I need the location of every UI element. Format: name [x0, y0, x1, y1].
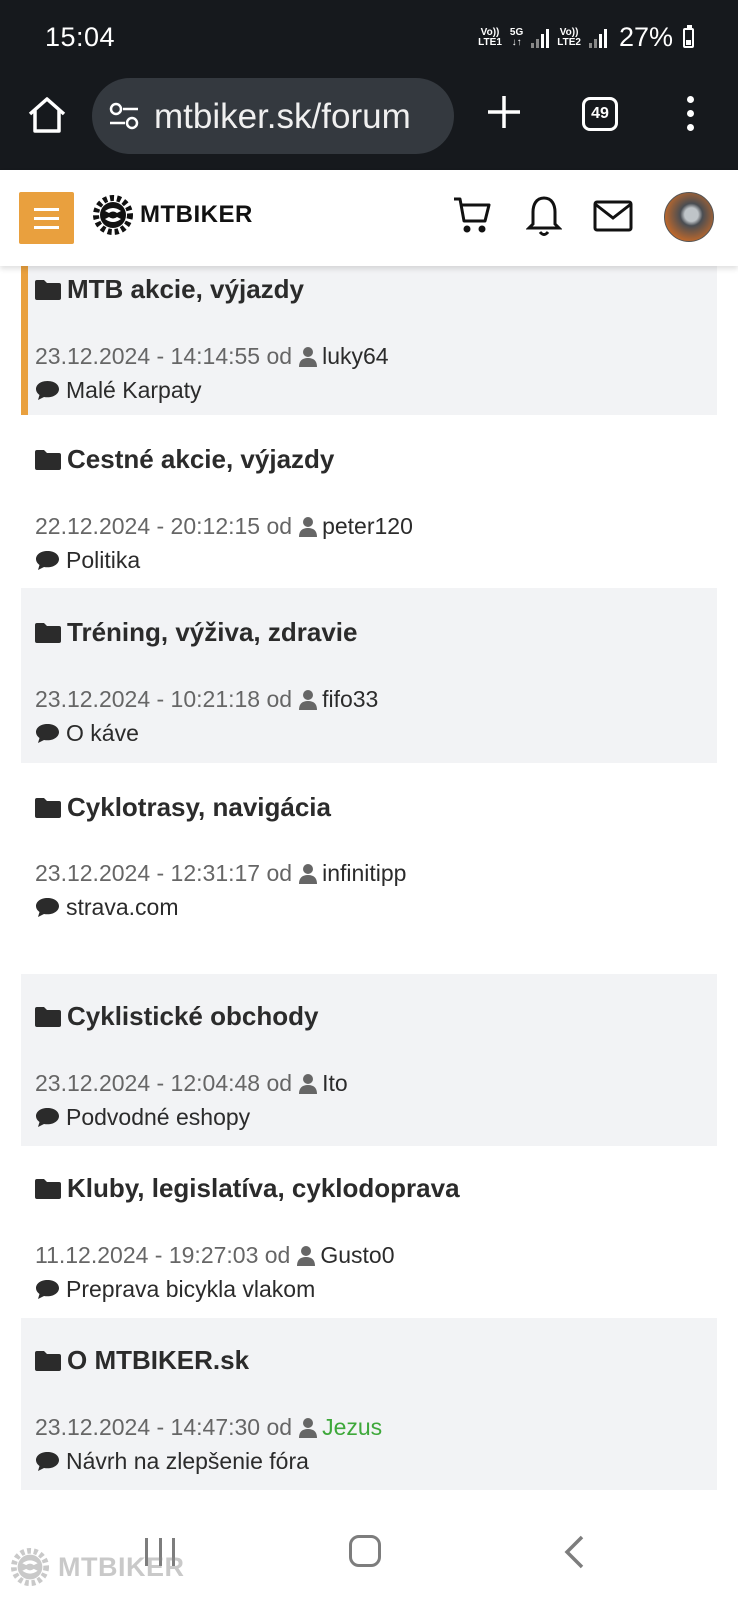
- username-link[interactable]: infinitipp: [322, 860, 406, 887]
- forum-meta: 23.12.2024 - 14:14:55 od luky64: [35, 343, 389, 370]
- logo-text: MTBIKER: [140, 201, 253, 228]
- forum-row[interactable]: O MTBIKER.sk 23.12.2024 - 14:47:30 od Je…: [21, 1318, 717, 1490]
- forum-title[interactable]: Cyklotrasy, navigácia: [35, 792, 331, 823]
- last-topic[interactable]: Politika: [35, 547, 140, 574]
- back-icon[interactable]: [562, 1534, 586, 1570]
- forum-meta: 22.12.2024 - 20:12:15 od peter120: [35, 513, 413, 540]
- home-icon[interactable]: [26, 94, 68, 136]
- folder-icon: [35, 622, 61, 643]
- folder-icon: [35, 449, 61, 470]
- tab-switcher-button[interactable]: 49: [582, 97, 618, 131]
- last-topic[interactable]: Malé Karpaty: [35, 377, 202, 404]
- username-link[interactable]: Ito: [322, 1070, 348, 1097]
- last-topic[interactable]: Návrh na zlepšenie fóra: [35, 1448, 309, 1475]
- username-link[interactable]: peter120: [322, 513, 413, 540]
- forum-row[interactable]: Cestné akcie, výjazdy 22.12.2024 - 20:12…: [21, 415, 717, 588]
- forum-title[interactable]: MTB akcie, výjazdy: [35, 274, 304, 305]
- gear-logo-icon: [93, 195, 133, 235]
- forum-title[interactable]: Kluby, legislatíva, cyklodoprava: [35, 1173, 460, 1204]
- comment-icon: [36, 551, 59, 570]
- comment-icon: [36, 1280, 59, 1299]
- last-topic[interactable]: strava.com: [35, 894, 178, 921]
- bell-icon[interactable]: [526, 194, 562, 238]
- url-text[interactable]: mtbiker.sk/forum: [154, 97, 411, 137]
- 5g-indicator: 5G ↓↑: [509, 26, 524, 48]
- mail-icon[interactable]: [593, 200, 633, 232]
- forum-title[interactable]: O MTBIKER.sk: [35, 1345, 249, 1376]
- last-topic[interactable]: Preprava bicykla vlakom: [35, 1276, 315, 1303]
- forum-meta: 23.12.2024 - 10:21:18 od fifo33: [35, 686, 379, 713]
- forum-row[interactable]: MTB akcie, výjazdy 23.12.2024 - 14:14:55…: [21, 266, 717, 415]
- user-icon: [297, 1245, 316, 1266]
- forum-list: MTB akcie, výjazdy 23.12.2024 - 14:14:55…: [21, 266, 717, 1490]
- forum-row[interactable]: Kluby, legislatíva, cyklodoprava 11.12.2…: [21, 1146, 717, 1318]
- username-link[interactable]: Gusto0: [320, 1242, 394, 1269]
- folder-icon: [35, 1178, 61, 1199]
- site-settings-icon[interactable]: [108, 102, 140, 130]
- forum-title[interactable]: Tréning, výživa, zdravie: [35, 617, 357, 648]
- user-icon: [299, 863, 318, 884]
- comment-icon: [36, 381, 59, 400]
- avatar[interactable]: [664, 192, 714, 242]
- comment-icon: [36, 1452, 59, 1471]
- clock: 15:04: [45, 22, 116, 52]
- status-bar: 15:04 Vo)) LTE1 5G ↓↑ Vo)) LTE2 27%: [0, 0, 738, 74]
- folder-icon: [35, 1350, 61, 1371]
- forum-title[interactable]: Cestné akcie, výjazdy: [35, 444, 334, 475]
- gear-logo-icon: [10, 1547, 50, 1587]
- forum-meta: 23.12.2024 - 12:04:48 od Ito: [35, 1070, 348, 1097]
- sim1-indicator: Vo)) LTE1: [478, 26, 502, 48]
- forum-meta: 11.12.2024 - 19:27:03 od Gusto0: [35, 1242, 395, 1269]
- user-icon: [299, 1073, 318, 1094]
- folder-icon: [35, 797, 61, 818]
- username-link[interactable]: luky64: [322, 343, 388, 370]
- address-bar[interactable]: mtbiker.sk/forum: [92, 78, 454, 154]
- comment-icon: [36, 1108, 59, 1127]
- last-topic[interactable]: O káve: [35, 720, 139, 747]
- last-topic[interactable]: Podvodné eshopy: [35, 1104, 250, 1131]
- menu-button[interactable]: [19, 192, 74, 244]
- user-icon: [299, 1417, 318, 1438]
- user-icon: [299, 346, 318, 367]
- battery-icon: [683, 24, 694, 48]
- user-icon: [299, 516, 318, 537]
- forum-meta: 23.12.2024 - 14:47:30 od Jezus: [35, 1414, 383, 1441]
- username-link[interactable]: Jezus: [322, 1414, 382, 1441]
- forum-meta: 23.12.2024 - 12:31:17 od infinitipp: [35, 860, 407, 887]
- new-tab-icon[interactable]: [484, 92, 524, 132]
- forum-row[interactable]: Cyklotrasy, navigácia 23.12.2024 - 12:31…: [21, 763, 717, 974]
- battery-percent: 27%: [618, 22, 673, 52]
- browser-toolbar: mtbiker.sk/forum 49: [0, 74, 738, 170]
- forum-title[interactable]: Cyklistické obchody: [35, 1001, 318, 1032]
- watermark: MTBIKER: [10, 1547, 185, 1587]
- site-header: MTBIKER: [0, 170, 738, 266]
- comment-icon: [36, 724, 59, 743]
- status-icons: Vo)) LTE1 5G ↓↑ Vo)) LTE2 27%: [478, 22, 694, 53]
- folder-icon: [35, 1006, 61, 1027]
- forum-row[interactable]: Cyklistické obchody 23.12.2024 - 12:04:4…: [21, 974, 717, 1146]
- signal-1-icon: [531, 28, 550, 48]
- comment-icon: [36, 898, 59, 917]
- username-link[interactable]: fifo33: [322, 686, 378, 713]
- site-logo[interactable]: MTBIKER: [92, 194, 253, 236]
- user-icon: [299, 689, 318, 710]
- sim2-indicator: Vo)) LTE2: [557, 26, 581, 48]
- folder-icon: [35, 279, 61, 300]
- nav-home-icon[interactable]: [349, 1535, 381, 1567]
- more-vert-icon[interactable]: [683, 96, 697, 134]
- cart-icon[interactable]: [452, 194, 492, 236]
- signal-2-icon: [588, 28, 607, 48]
- forum-row[interactable]: Tréning, výživa, zdravie 23.12.2024 - 10…: [21, 588, 717, 763]
